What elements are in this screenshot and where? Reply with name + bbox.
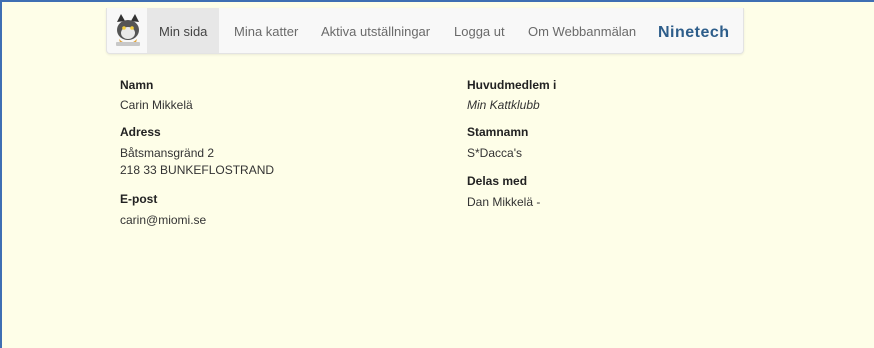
address-label: Adress xyxy=(120,125,161,139)
top-navbar: Min sida Mina katter Aktiva utställninga… xyxy=(106,8,744,54)
nav-mina-katter[interactable]: Mina katter xyxy=(222,8,310,53)
shared-value: Dan Mikkelä - xyxy=(467,195,541,209)
cattery-value: S*Dacca's xyxy=(467,146,522,160)
nav-logga-ut[interactable]: Logga ut xyxy=(442,8,517,53)
cat-mascot-icon[interactable] xyxy=(113,12,143,48)
name-value: Carin Mikkelä xyxy=(120,98,193,112)
brand-logo: Ninetech xyxy=(658,24,730,41)
club-label: Huvudmedlem i xyxy=(467,78,557,92)
window-frame-top xyxy=(0,0,874,2)
email-value: carin@miomi.se xyxy=(120,213,207,227)
window-frame-left xyxy=(0,0,2,348)
nav-min-sida[interactable]: Min sida xyxy=(147,8,220,53)
nav-aktiva-utstallningar[interactable]: Aktiva utställningar xyxy=(309,8,442,53)
address-line-1: Båtsmansgränd 2 xyxy=(120,146,215,160)
email-label: E-post xyxy=(120,192,158,206)
name-label: Namn xyxy=(120,78,154,92)
club-value: Min Kattklubb xyxy=(467,98,540,112)
cattery-label: Stamnamn xyxy=(467,125,529,139)
address-line-2: 218 33 BUNKEFLOSTRAND xyxy=(120,163,275,177)
shared-label: Delas med xyxy=(467,174,528,188)
nav-om-webbanmalan[interactable]: Om Webbanmälan xyxy=(516,8,648,53)
